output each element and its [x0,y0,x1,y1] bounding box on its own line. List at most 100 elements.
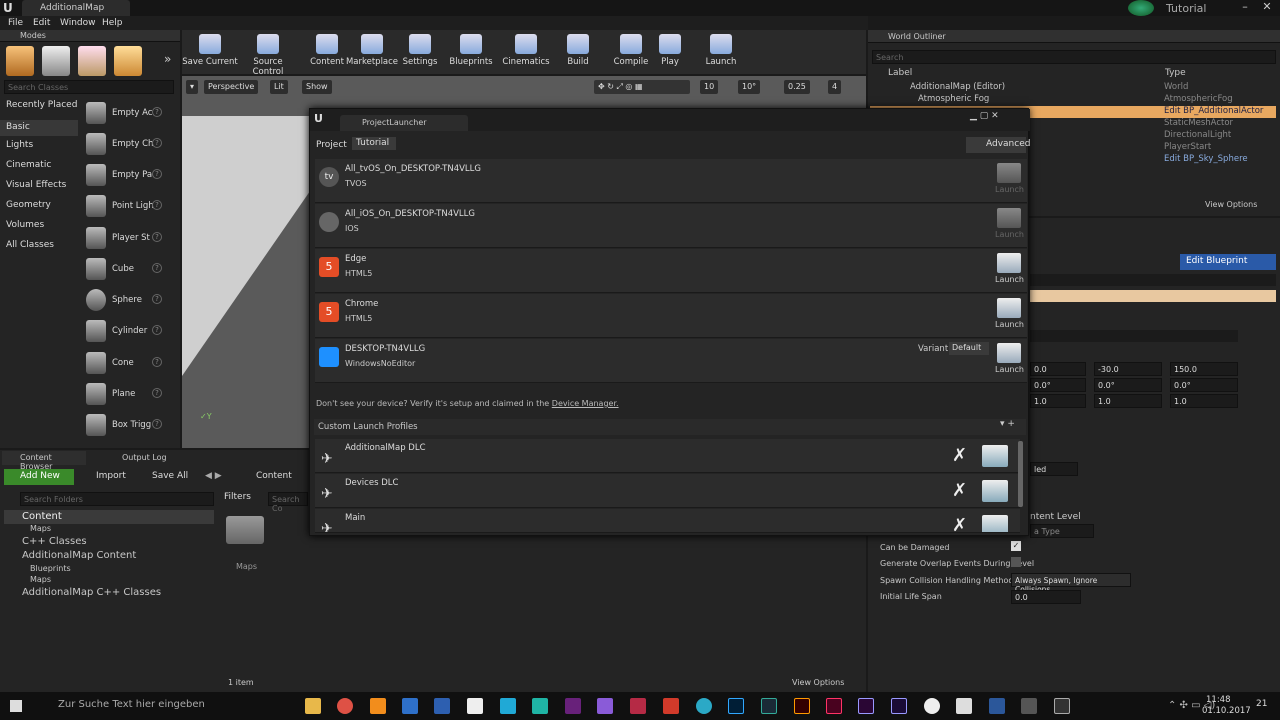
app-icon[interactable] [630,698,646,714]
help-icon[interactable]: ? [152,357,162,367]
variant-dropdown[interactable]: Default [949,342,989,355]
photoshop-icon[interactable] [728,698,744,714]
partial-dropdown[interactable]: led [1030,462,1078,476]
tree-item[interactable]: Content [22,511,62,522]
profiles-menu-icon[interactable]: ▾ + [1000,419,1015,429]
cinematics-button[interactable]: Cinematics [496,32,556,72]
category-visual-effects[interactable]: Visual Effects [6,180,66,190]
device-row[interactable]: 5 Edge HTML5 Launch [315,249,1027,293]
blender-icon[interactable] [370,698,386,714]
clock-date[interactable]: 01.10.2017 [1202,706,1251,716]
list-item[interactable]: Empty Pa? [82,160,172,190]
help-icon[interactable]: ? [152,263,162,273]
profile-row[interactable]: ✈ Devices DLC ✗ [315,474,1020,508]
indesign-icon[interactable] [826,698,842,714]
menu-window[interactable]: Window [60,18,96,28]
taskbar-search-input[interactable]: Zur Suche Text hier eingeben [38,698,260,714]
close-icon[interactable]: ✕ [1256,0,1278,16]
app-icon[interactable] [696,698,712,714]
help-icon[interactable]: ? [152,325,162,335]
launch-button[interactable]: Launch [995,163,1024,199]
show-button[interactable]: Show [302,80,332,94]
list-item[interactable]: Empty Ac? [82,98,172,128]
tab-content-browser[interactable]: Content Browser [2,451,86,471]
add-new-button[interactable]: Add New [4,469,74,485]
app-icon[interactable] [663,698,679,714]
save-all-button[interactable]: Save All [140,471,188,481]
can-be-damaged-checkbox[interactable]: ✓ [1011,541,1021,551]
lightroom-icon[interactable] [761,698,777,714]
launch-icon[interactable] [982,480,1008,502]
category-all-classes[interactable]: All Classes [6,240,54,250]
search-classes-input[interactable]: Search Classes [4,80,174,94]
initial-life-span-field[interactable]: 0.0 [1011,590,1081,604]
help-icon[interactable]: ? [152,138,162,148]
list-item[interactable]: Cone? [82,348,172,378]
help-icon[interactable]: ? [152,294,162,304]
after-effects-icon[interactable] [891,698,907,714]
edit-blueprint-button[interactable]: Edit Blueprint [1180,254,1276,270]
list-item[interactable]: Sphere? [82,285,172,315]
list-item[interactable]: Box Trigg? [82,410,172,440]
help-icon[interactable]: ? [152,169,162,179]
category-cinematic[interactable]: Cinematic [6,160,51,170]
source-control-button[interactable]: Source Control [238,32,298,77]
tree-item[interactable]: Blueprints [30,564,71,573]
table-row[interactable]: Atmospheric Fog AtmosphericFog [870,94,1276,106]
foliage-mode-icon[interactable] [114,46,142,76]
location-x-field[interactable]: 0.0 [1030,362,1086,376]
content-view-options[interactable]: View Options [792,678,844,687]
help-icon[interactable]: ? [152,107,162,117]
tree-item[interactable]: AdditionalMap C++ Classes [22,587,161,598]
scale-x-field[interactable]: 1.0 [1030,394,1086,408]
premiere-icon[interactable] [858,698,874,714]
profile-row[interactable]: ✈ AdditionalMap DLC ✗ [315,439,1020,473]
search-assets-input[interactable]: Search Co [268,492,308,513]
list-item[interactable]: Player St? [82,223,172,253]
app-icon[interactable] [434,698,450,714]
scale-z-field[interactable]: 1.0 [1170,394,1238,408]
menu-file[interactable]: File [8,18,23,28]
table-row[interactable]: AdditionalMap (Editor) World [870,82,1276,94]
launch-icon[interactable] [982,445,1008,467]
outliner-col-label[interactable]: Label [888,68,912,78]
tree-item[interactable]: Maps [30,575,51,584]
help-icon[interactable]: ? [152,200,162,210]
launch-button[interactable]: Launch [995,253,1024,289]
location-y-field[interactable]: -30.0 [1094,362,1162,376]
perspective-button[interactable]: Perspective [204,80,259,94]
device-row[interactable]: All_iOS_On_DESKTOP-TN4VLLG IOS Launch [315,204,1027,248]
scale-snap-value[interactable]: 0.25 [784,80,810,94]
location-z-field[interactable]: 150.0 [1170,362,1238,376]
app-icon[interactable] [500,698,516,714]
grid-snap-value[interactable]: 10 [700,80,719,94]
category-basic[interactable]: Basic [0,120,78,136]
launch-icon[interactable] [982,515,1008,532]
notification-badge[interactable]: 21 [1256,699,1267,709]
lit-button[interactable]: Lit [270,80,288,94]
device-row[interactable]: 5 Chrome HTML5 Launch [315,294,1027,338]
category-recently-placed[interactable]: Recently Placed [6,100,77,110]
tree-item[interactable]: AdditionalMap Content [22,550,136,561]
rotation-z-field[interactable]: 0.0° [1170,378,1238,392]
property-search-input[interactable] [1030,330,1238,342]
back-arrow-icon[interactable]: ◀ ▶ [205,471,222,481]
wrench-icon[interactable]: ✗ [952,480,976,504]
app-icon[interactable] [467,698,483,714]
app-icon[interactable] [924,698,940,714]
spawn-collision-dropdown[interactable]: Always Spawn, Ignore Collisions [1011,573,1131,594]
outliner-view-options[interactable]: View Options [1205,200,1257,209]
tree-item[interactable]: Maps [30,524,51,533]
windows-start-icon[interactable] [10,700,22,712]
minimize-icon[interactable]: – [1234,0,1256,16]
search-folders-input[interactable]: Search Folders [20,492,214,506]
paint-mode-icon[interactable] [42,46,70,76]
list-item[interactable]: Plane? [82,379,172,409]
visual-studio-icon[interactable] [597,698,613,714]
clock-time[interactable]: 11:48 [1206,695,1231,705]
illustrator-icon[interactable] [794,698,810,714]
menu-edit[interactable]: Edit [33,18,50,28]
file-explorer-icon[interactable] [305,698,321,714]
category-lights[interactable]: Lights [6,140,33,150]
help-icon[interactable]: ? [152,388,162,398]
